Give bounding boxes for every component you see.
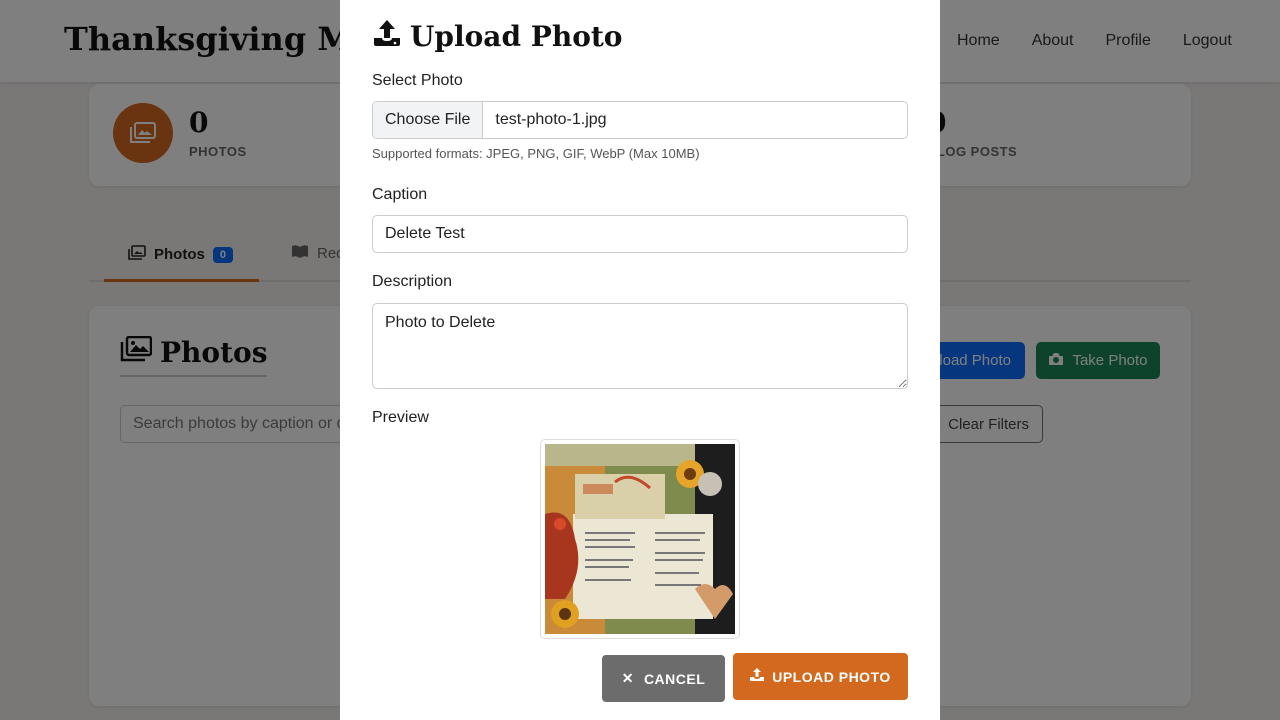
caption-input[interactable] — [372, 215, 908, 253]
formats-hint: Supported formats: JPEG, PNG, GIF, WebP … — [372, 146, 700, 161]
modal-title-text: Upload Photo — [410, 20, 623, 53]
upload-photo-modal: Upload Photo Select Photo Choose File te… — [340, 0, 940, 720]
choose-file-button[interactable]: Choose File — [373, 102, 484, 138]
photo-preview — [540, 439, 740, 639]
upload-icon — [372, 18, 402, 55]
close-icon: ✕ — [621, 670, 634, 686]
upload-icon — [750, 668, 765, 685]
cancel-button[interactable]: ✕ CANCEL — [602, 655, 725, 702]
upload-button-label: UPLOAD PHOTO — [772, 668, 891, 685]
description-label: Description — [372, 273, 453, 290]
file-input[interactable]: Choose File test-photo-1.jpg — [372, 101, 908, 139]
preview-label: Preview — [372, 409, 429, 426]
modal-title: Upload Photo — [372, 18, 622, 55]
preview-image — [545, 444, 735, 634]
description-textarea[interactable]: Photo to Delete — [372, 303, 908, 389]
selected-file-name: test-photo-1.jpg — [495, 111, 607, 128]
select-photo-label: Select Photo — [372, 72, 463, 89]
upload-photo-submit-button[interactable]: UPLOAD PHOTO — [733, 653, 908, 700]
cancel-button-label: CANCEL — [643, 670, 706, 687]
caption-label: Caption — [372, 186, 428, 203]
